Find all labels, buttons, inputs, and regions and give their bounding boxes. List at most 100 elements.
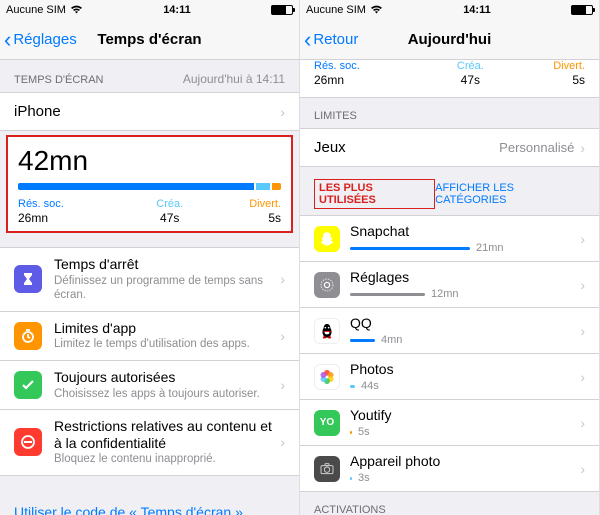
- app-usage-list: Snapchat 21mn › Réglages 12mn ›: [300, 215, 599, 492]
- usage-bar-chart: [18, 183, 281, 190]
- content-scroll[interactable]: Rés. soc. 26mn Créa. 47s Divert. 5s LIMI…: [300, 60, 599, 515]
- app-time-label: 4mn: [381, 334, 402, 346]
- section-header-label: LIMITES: [314, 110, 357, 122]
- battery-icon: [271, 5, 293, 15]
- timer-icon: [14, 322, 42, 350]
- chevron-right-icon: ›: [580, 461, 585, 477]
- feature-title: Limites d'app: [54, 320, 274, 337]
- status-bar: Aucune SIM 14:11: [0, 0, 299, 20]
- tab-show-categories[interactable]: AFFICHER LES CATÉGORIES: [435, 182, 585, 206]
- feature-subtitle: Définissez un programme de temps sans éc…: [54, 274, 274, 303]
- app-time-label: 21mn: [476, 242, 504, 254]
- screentime-main-screen: Aucune SIM 14:11 ‹ Réglages Temps d'écra…: [0, 0, 300, 515]
- app-row-youtify[interactable]: YO Youtify 5s ›: [300, 399, 599, 445]
- section-header-limits: LIMITES: [300, 98, 599, 128]
- usage-bar: [350, 385, 355, 388]
- nav-bar: ‹ Réglages Temps d'écran: [0, 20, 299, 60]
- chevron-right-icon: ›: [280, 434, 285, 450]
- usage-bar: [350, 431, 352, 434]
- app-name-label: Snapchat: [350, 223, 574, 239]
- chevron-right-icon: ›: [580, 231, 585, 247]
- wifi-icon: [370, 4, 383, 17]
- chevron-right-icon: ›: [280, 104, 285, 120]
- app-name-label: Photos: [350, 361, 574, 377]
- app-time-label: 5s: [358, 426, 370, 438]
- most-used-header: LES PLUS UTILISÉES AFFICHER LES CATÉGORI…: [300, 167, 599, 215]
- clock-label: 14:11: [163, 4, 191, 16]
- app-name-label: Réglages: [350, 269, 574, 285]
- cat-value-entertainment: 5s: [220, 211, 281, 225]
- content-scroll[interactable]: TEMPS D'ÉCRAN Aujourd'hui à 14:11 iPhone…: [0, 60, 299, 515]
- cat-label-social: Rés. soc.: [314, 60, 418, 72]
- checkmark-icon: [14, 371, 42, 399]
- feature-list: Temps d'arrêt Définissez un programme de…: [0, 247, 299, 476]
- section-header-time: Aujourd'hui à 14:11: [183, 72, 285, 86]
- app-row-photos[interactable]: Photos 44s ›: [300, 353, 599, 399]
- top-category-strip: Rés. soc. 26mn Créa. 47s Divert. 5s: [300, 60, 599, 98]
- photos-icon: [314, 364, 340, 390]
- cat-value-social: 26mn: [314, 73, 418, 87]
- section-header-label: ACTIVATIONS: [314, 504, 386, 515]
- settings-icon: [314, 272, 340, 298]
- downtime-row[interactable]: Temps d'arrêt Définissez un programme de…: [0, 248, 299, 311]
- limit-games-row[interactable]: Jeux Personnalisé ›: [300, 128, 599, 167]
- section-header-usage: TEMPS D'ÉCRAN Aujourd'hui à 14:11: [0, 60, 299, 92]
- usage-summary-block[interactable]: 42mn Rés. soc. 26mn Créa. 47s Divert.: [6, 135, 293, 233]
- qq-icon: [314, 318, 340, 344]
- cat-value-entertainment: 5s: [522, 73, 585, 87]
- usage-total: 42mn: [18, 145, 281, 177]
- back-label: Retour: [313, 31, 358, 48]
- always-allowed-row[interactable]: Toujours autorisées Choisissez les apps …: [0, 360, 299, 409]
- app-name-label: QQ: [350, 315, 574, 331]
- chevron-right-icon: ›: [580, 415, 585, 431]
- content-restrictions-row[interactable]: Restrictions relatives au contenu et à l…: [0, 409, 299, 475]
- screentime-today-screen: Aucune SIM 14:11 ‹ Retour Aujourd'hui Ré…: [300, 0, 600, 515]
- limit-label: Jeux: [314, 139, 346, 156]
- usage-bar: [350, 339, 375, 342]
- app-time-label: 44s: [361, 380, 379, 392]
- device-row[interactable]: iPhone ›: [0, 92, 299, 131]
- app-time-label: 12mn: [431, 288, 459, 300]
- app-row-snapchat[interactable]: Snapchat 21mn ›: [300, 216, 599, 261]
- usage-bar: [350, 477, 352, 480]
- camera-icon: [314, 456, 340, 482]
- feature-subtitle: Choisissez les apps à toujours autoriser…: [54, 387, 274, 401]
- chevron-right-icon: ›: [580, 140, 585, 156]
- youtify-icon: YO: [314, 410, 340, 436]
- cat-label-entertainment: Divert.: [220, 198, 281, 210]
- tab-most-used[interactable]: LES PLUS UTILISÉES: [314, 179, 435, 209]
- device-label: iPhone: [14, 103, 61, 120]
- battery-icon: [571, 5, 593, 15]
- section-header-activations: ACTIVATIONS: [300, 492, 599, 515]
- cat-label-entertainment: Divert.: [522, 60, 585, 72]
- hourglass-icon: [14, 265, 42, 293]
- app-row-reglages[interactable]: Réglages 12mn ›: [300, 261, 599, 307]
- chevron-right-icon: ›: [580, 277, 585, 293]
- back-button[interactable]: ‹ Réglages: [4, 29, 77, 51]
- usage-bar: [350, 293, 425, 296]
- feature-title: Temps d'arrêt: [54, 256, 274, 273]
- feature-subtitle: Limitez le temps d'utilisation des apps.: [54, 337, 274, 351]
- clock-label: 14:11: [463, 4, 491, 16]
- chevron-right-icon: ›: [580, 323, 585, 339]
- feature-title: Toujours autorisées: [54, 369, 274, 386]
- bar-segment-entertainment: [272, 183, 281, 190]
- back-label: Réglages: [13, 31, 76, 48]
- section-header-label: TEMPS D'ÉCRAN: [14, 74, 104, 86]
- chevron-right-icon: ›: [580, 369, 585, 385]
- app-time-label: 3s: [358, 472, 370, 484]
- limit-detail: Personnalisé: [499, 140, 574, 155]
- chevron-right-icon: ›: [280, 328, 285, 344]
- app-row-camera[interactable]: Appareil photo 3s ›: [300, 445, 599, 491]
- chevron-right-icon: ›: [280, 271, 285, 287]
- chevron-left-icon: ‹: [4, 29, 11, 51]
- nav-bar: ‹ Retour Aujourd'hui: [300, 20, 599, 60]
- app-limits-row[interactable]: Limites d'app Limitez le temps d'utilisa…: [0, 311, 299, 360]
- app-name-label: Appareil photo: [350, 453, 574, 469]
- usage-bar: [350, 247, 470, 250]
- back-button[interactable]: ‹ Retour: [304, 29, 358, 51]
- app-row-qq[interactable]: QQ 4mn ›: [300, 307, 599, 353]
- app-name-label: Youtify: [350, 407, 574, 423]
- cat-label-creativity: Créa.: [119, 198, 220, 210]
- use-passcode-link[interactable]: Utiliser le code de « Temps d'écran »: [0, 490, 299, 515]
